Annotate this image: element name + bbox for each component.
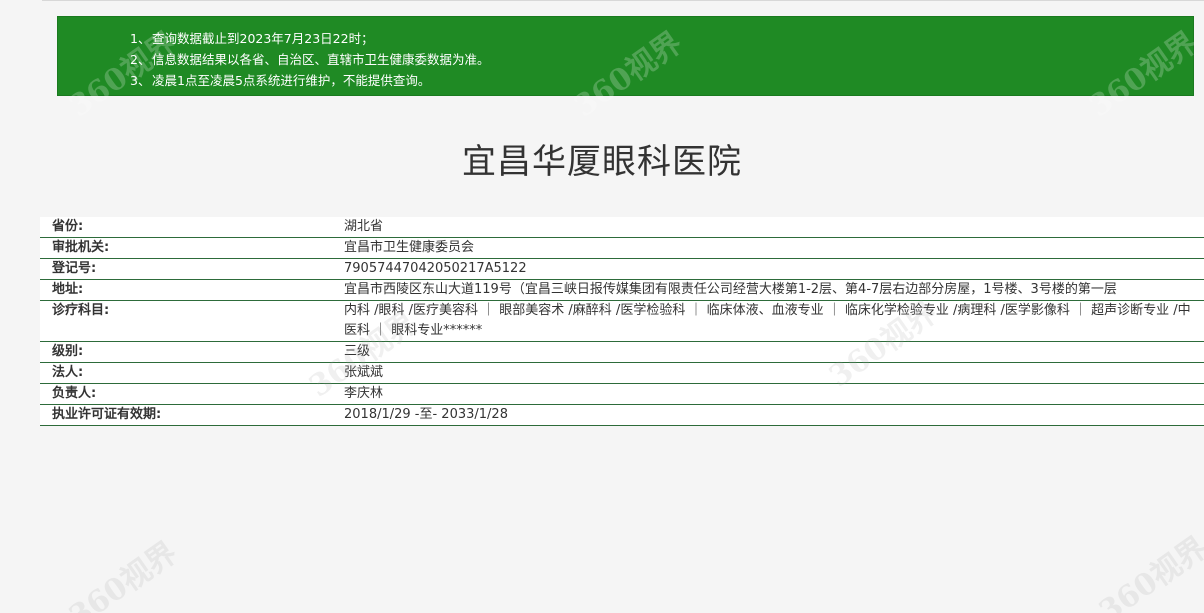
row-value: 宜昌市西陵区东山大道119号（宜昌三峡日报传媒集团有限责任公司经营大楼第1-2层…: [344, 282, 1117, 297]
notice-item-text: 凌晨1点至凌晨5点系统进行维护，不能提供查询。: [152, 73, 431, 88]
row-value: 湖北省: [344, 219, 384, 234]
table-row: 登记号: 79057447042050217A5122: [40, 258, 1204, 280]
table-row: 地址: 宜昌市西陵区东山大道119号（宜昌三峡日报传媒集团有限责任公司经营大楼第…: [40, 279, 1204, 301]
row-label: 诊疗科目:: [52, 303, 110, 318]
table-row: 执业许可证有效期: 2018/1/29 -至- 2033/1/28: [40, 404, 1204, 426]
notice-item-text: 查询数据截止到2023年7月23日22时；: [152, 31, 374, 46]
notice-item-number: 3、: [130, 73, 151, 88]
row-label: 地址:: [52, 282, 84, 297]
row-value: 李庆林: [344, 386, 384, 401]
notice-item: 3、 凌晨1点至凌晨5点系统进行维护，不能提供查询。: [130, 70, 1193, 91]
watermark-logo: 360视界: [63, 535, 184, 613]
table-row: 诊疗科目: 内科 /眼科 /医疗美容科 ｜ 眼部美容术 /麻醉科 /医学检验科 …: [40, 300, 1204, 342]
notice-item-text: 信息数据结果以各省、自治区、直辖市卫生健康委数据为准。: [152, 52, 490, 67]
table-row: 审批机关: 宜昌市卫生健康委员会: [40, 237, 1204, 259]
notice-item: 1、 查询数据截止到2023年7月23日22时；: [130, 28, 1193, 49]
row-value: 张斌斌: [344, 365, 384, 380]
notice-banner: 1、 查询数据截止到2023年7月23日22时； 2、 信息数据结果以各省、自治区、…: [57, 16, 1194, 96]
row-value: 宜昌市卫生健康委员会: [344, 240, 475, 255]
hospital-info-table: 省份: 湖北省 审批机关: 宜昌市卫生健康委员会 登记号: 7905744704…: [40, 217, 1204, 426]
top-divider: [42, 0, 1204, 1]
row-label: 执业许可证有效期:: [52, 407, 162, 422]
notice-item: 2、 信息数据结果以各省、自治区、直辖市卫生健康委数据为准。: [130, 49, 1193, 70]
row-label: 省份:: [52, 219, 84, 234]
table-row: 级别: 三级: [40, 341, 1204, 363]
row-label: 法人:: [52, 365, 84, 380]
notice-item-number: 2、: [130, 52, 151, 67]
notice-item-number: 1、: [130, 31, 151, 46]
table-row: 法人: 张斌斌: [40, 362, 1204, 384]
page-title: 宜昌华厦眼科医院: [462, 142, 742, 182]
table-row: 负责人: 李庆林: [40, 383, 1204, 405]
row-label: 登记号:: [52, 261, 97, 276]
row-label: 负责人:: [52, 386, 97, 401]
row-value: 三级: [344, 344, 371, 359]
row-label: 级别:: [52, 344, 84, 359]
row-value: 内科 /眼科 /医疗美容科 ｜ 眼部美容术 /麻醉科 /医学检验科 ｜ 临床体液…: [344, 303, 1191, 338]
row-value: 79057447042050217A5122: [344, 261, 527, 276]
notice-list: 1、 查询数据截止到2023年7月23日22时； 2、 信息数据结果以各省、自治区、…: [58, 17, 1193, 91]
page: 1、 查询数据截止到2023年7月23日22时； 2、 信息数据结果以各省、自治区、…: [0, 0, 1204, 613]
row-value: 2018/1/29 -至- 2033/1/28: [344, 407, 508, 422]
row-label: 审批机关:: [52, 240, 110, 255]
watermark-logo: 360视界: [1093, 530, 1204, 613]
table-row: 省份: 湖北省: [40, 217, 1204, 238]
